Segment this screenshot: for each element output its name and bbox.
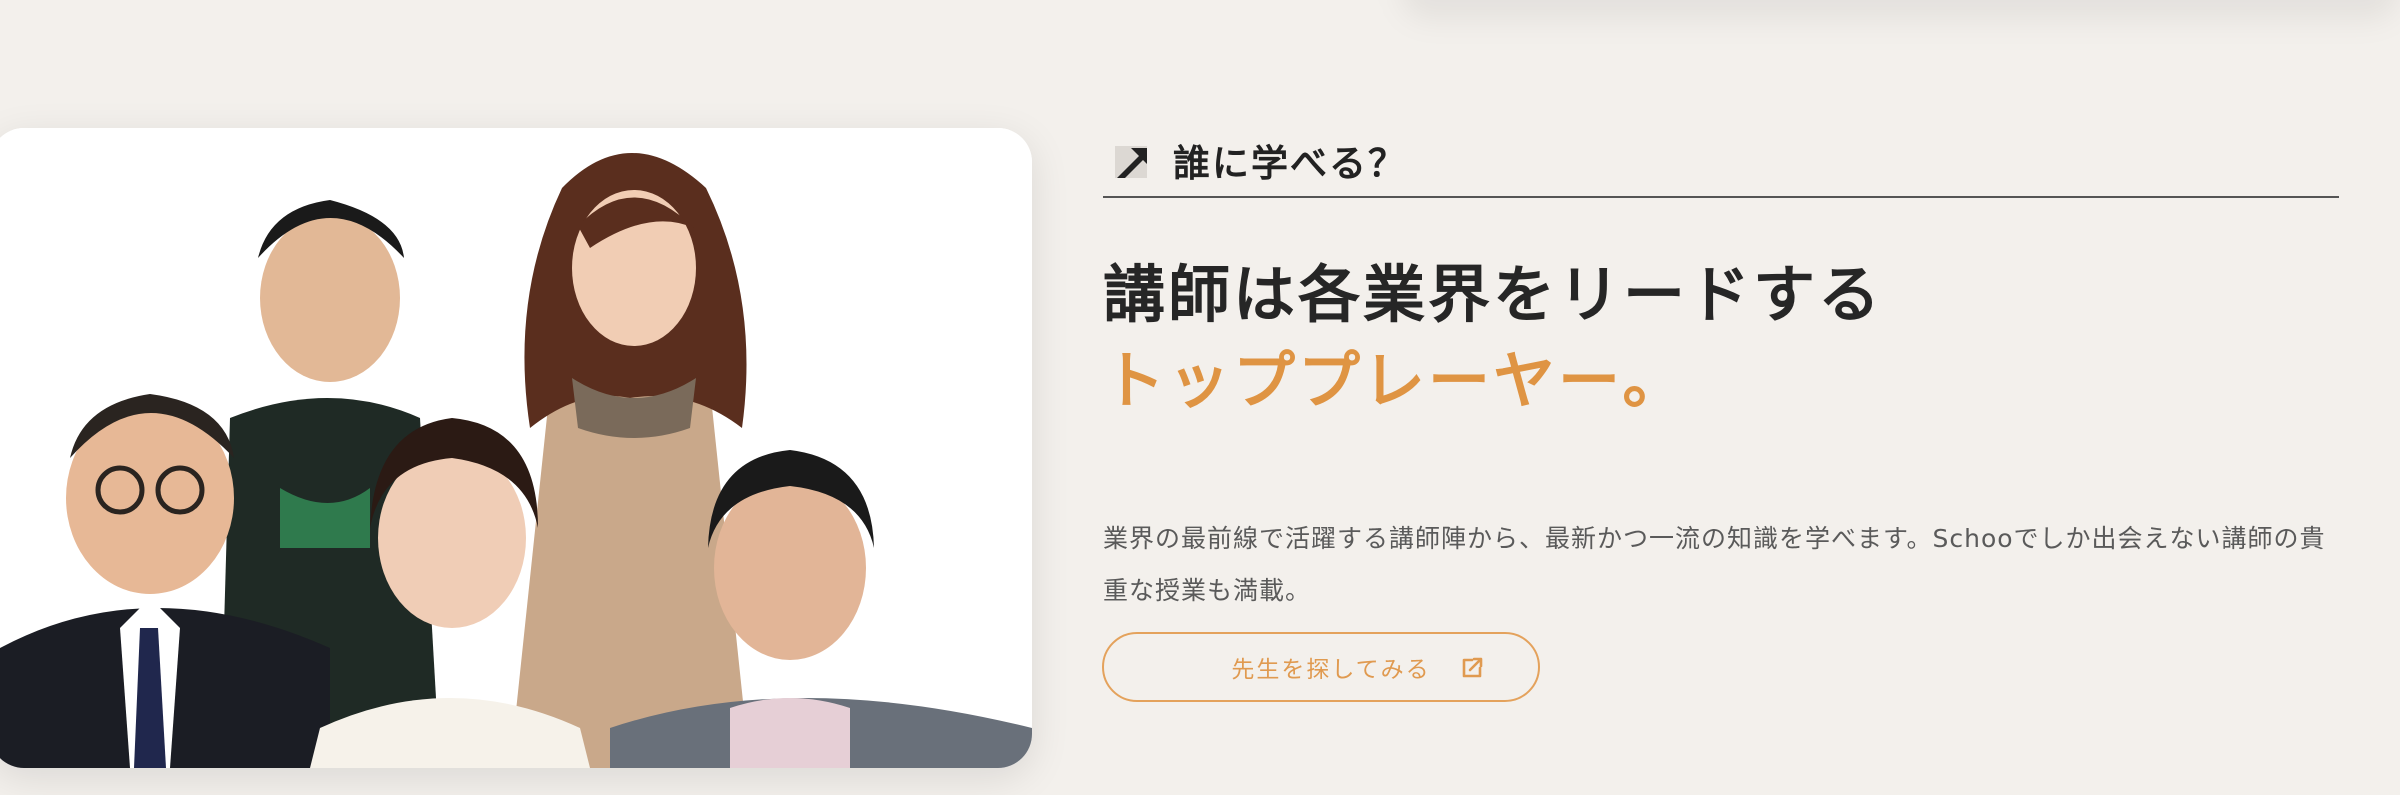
instructor-figure-woman-back bbox=[510, 153, 750, 768]
headline-line-2: トッププレーヤー。 bbox=[1103, 344, 1688, 417]
section-description: 業界の最前線で活躍する講師陣から、最新かつ一流の知識を学べます。Schooでしか… bbox=[1103, 524, 2326, 605]
section-label: 誰に学べる？ bbox=[1103, 128, 2339, 198]
section-label-text: 誰に学べる？ bbox=[1173, 142, 1407, 185]
find-teacher-button-label: 先生を探してみる bbox=[1231, 657, 1431, 683]
diagonal-arrow-icon bbox=[1115, 146, 1147, 178]
external-link-icon bbox=[1462, 657, 1483, 678]
headline-line-1: 講師は各業界をリードする bbox=[1103, 258, 1884, 331]
page-headline: 講師は各業界をリードする トッププレーヤー。 bbox=[1103, 252, 1883, 424]
header-shadow bbox=[1400, 0, 2400, 20]
instructors-photo bbox=[0, 128, 1032, 768]
find-teacher-button[interactable]: 先生を探してみる bbox=[1102, 632, 1540, 702]
